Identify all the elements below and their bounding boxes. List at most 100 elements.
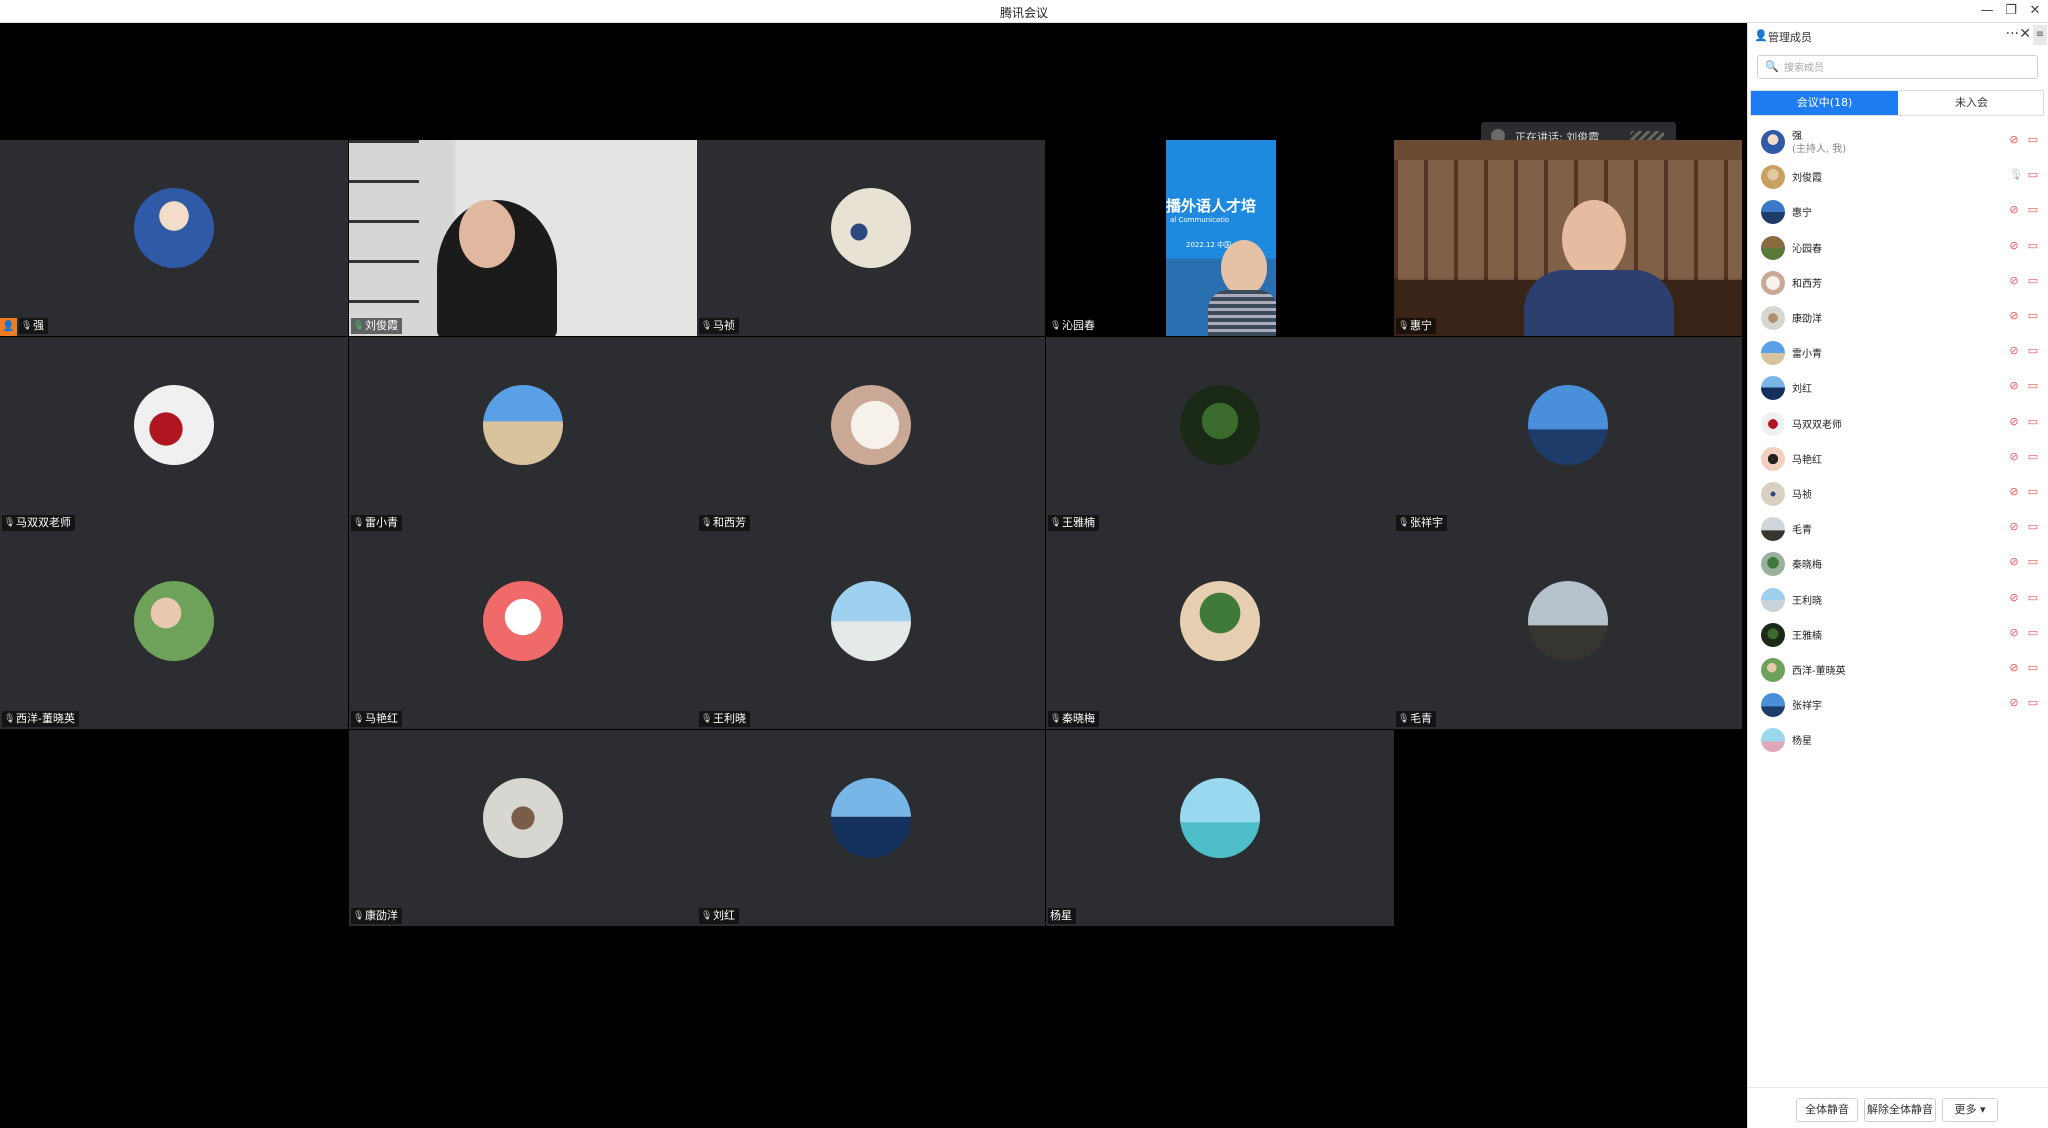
banner-sub: al Communicatio — [1170, 216, 1230, 224]
camera-off-icon[interactable]: ▭ — [2026, 520, 2040, 534]
member-row[interactable]: 马艳红 ⊘ ▭ — [1748, 440, 2048, 475]
camera-off-icon[interactable]: ▭ — [2026, 379, 2040, 393]
video-tile[interactable]: 👤 🎙 强 — [0, 140, 348, 336]
member-row[interactable]: 马祯 ⊘ ▭ — [1748, 475, 2048, 510]
video-tile[interactable]: 🎙 秦晓梅 — [1046, 533, 1394, 729]
tab-not-joined[interactable]: 未入会 — [1898, 91, 2045, 115]
member-row[interactable]: 王利晓 ⊘ ▭ — [1748, 581, 2048, 616]
mic-off-icon[interactable]: ⊘ — [2009, 344, 2019, 358]
camera-off-icon[interactable]: ▭ — [2026, 661, 2040, 675]
member-row[interactable]: 张祥宇 ⊘ ▭ — [1748, 686, 2048, 721]
mic-off-icon[interactable]: ⊘ — [2009, 555, 2019, 569]
member-panel: 👤 管理成员 ··· ✕ ≡ 🔍 会议中(18) 未入会 强(主持人, 我)⊘▭… — [1747, 23, 2048, 1128]
member-row[interactable]: 康劭洋 ⊘ ▭ — [1748, 299, 2048, 334]
video-tile[interactable]: 杨星 — [1046, 730, 1394, 926]
camera-off-icon[interactable]: ▭ — [2026, 555, 2040, 569]
camera-off-icon[interactable]: ▭ — [2026, 133, 2040, 147]
mic-off-icon: 🎙 — [21, 320, 33, 331]
participant-name: 马双双老师 — [16, 516, 71, 529]
camera-off-icon[interactable]: ▭ — [2026, 696, 2040, 710]
video-tile[interactable]: 🎙 康劭洋 — [349, 730, 697, 926]
member-row[interactable]: 刘俊霞 🎙 ▭ — [1748, 158, 2048, 193]
mute-all-button[interactable]: 全体静音 — [1796, 1098, 1858, 1122]
video-tile[interactable]: 🎙 马祯 — [697, 140, 1045, 336]
video-tile[interactable]: 🎙 王利晓 — [697, 533, 1045, 729]
video-tile[interactable]: 🎙 毛青 — [1394, 533, 1742, 729]
member-row[interactable]: 惠宁 ⊘ ▭ — [1748, 193, 2048, 228]
video-tile[interactable]: 🎙 刘红 — [697, 730, 1045, 926]
mic-off-icon[interactable]: ⊘ — [2009, 485, 2019, 499]
mic-off-icon[interactable]: ⊘ — [2009, 520, 2019, 534]
camera-off-icon[interactable]: ▭ — [2026, 450, 2040, 464]
video-tile[interactable]: 🎙 和西芳 — [697, 337, 1045, 533]
mic-off-icon: 🎙 — [701, 713, 713, 724]
member-row[interactable]: 雷小青 ⊘ ▭ — [1748, 334, 2048, 369]
video-tile[interactable]: 🎙 雷小青 — [349, 337, 697, 533]
mic-off-icon[interactable]: ⊘ — [2009, 696, 2019, 710]
mic-icon[interactable]: 🎙 — [2009, 168, 2023, 182]
mic-off-icon[interactable]: ⊘ — [2009, 133, 2019, 147]
restore-button[interactable]: ❐ — [2000, 2, 2022, 20]
participant-name-tag: 🎙 沁园春 — [1048, 318, 1099, 334]
member-name: 马艳红 — [1792, 454, 1822, 466]
mic-off-icon: 🎙 — [701, 910, 713, 921]
camera-off-icon[interactable]: ▭ — [2026, 239, 2040, 253]
tab-in-meeting[interactable]: 会议中(18) — [1751, 91, 1898, 115]
video-tile[interactable]: 🎙 刘俊霞 — [349, 140, 697, 336]
video-tile[interactable]: 播外语人才培 al Communicatio 2022.12 中国 🎙 沁园春 — [1046, 140, 1394, 336]
mic-off-icon[interactable]: ⊘ — [2009, 309, 2019, 323]
member-row[interactable]: 刘红 ⊘ ▭ — [1748, 369, 2048, 404]
video-tile[interactable]: 🎙 马双双老师 — [0, 337, 348, 533]
participant-name: 杨星 — [1050, 909, 1072, 922]
camera-off-icon[interactable]: ▭ — [2026, 203, 2040, 217]
camera-off-icon[interactable]: ▭ — [2026, 309, 2040, 323]
video-tile[interactable]: 🎙 惠宁 — [1394, 140, 1742, 336]
panel-menu-icon[interactable]: ≡ — [2033, 25, 2047, 45]
mic-off-icon[interactable]: ⊘ — [2009, 239, 2019, 253]
member-search[interactable]: 🔍 — [1757, 55, 2038, 79]
participant-name-tag: 🎙 强 — [19, 318, 48, 334]
member-row[interactable]: 毛青 ⊘ ▭ — [1748, 510, 2048, 545]
search-input[interactable] — [1782, 58, 2036, 78]
participant-name: 西洋-董晓英 — [16, 712, 75, 725]
minimize-button[interactable]: — — [1976, 2, 1998, 20]
camera-off-icon[interactable]: ▭ — [2026, 626, 2040, 640]
camera-off-icon[interactable]: ▭ — [2026, 344, 2040, 358]
camera-off-icon[interactable]: ▭ — [2026, 415, 2040, 429]
member-row[interactable]: 和西芳 ⊘ ▭ — [1748, 264, 2048, 299]
participant-avatar — [831, 778, 911, 858]
camera-off-icon[interactable]: ▭ — [2026, 274, 2040, 288]
member-row[interactable]: 西洋-董晓英 ⊘ ▭ — [1748, 651, 2048, 686]
video-tile[interactable]: 🎙 马艳红 — [349, 533, 697, 729]
member-row[interactable]: 杨星 — [1748, 721, 2048, 756]
camera-off-icon[interactable]: ▭ — [2026, 485, 2040, 499]
mic-off-icon[interactable]: ⊘ — [2009, 274, 2019, 288]
member-row[interactable]: 秦晓梅 ⊘ ▭ — [1748, 545, 2048, 580]
participant-name: 和西芳 — [713, 516, 746, 529]
mic-off-icon[interactable]: ⊘ — [2009, 379, 2019, 393]
unmute-all-button[interactable]: 解除全体静音 — [1864, 1098, 1936, 1122]
member-row[interactable]: 王雅楠 ⊘ ▭ — [1748, 616, 2048, 651]
mic-off-icon[interactable]: ⊘ — [2009, 626, 2019, 640]
camera-off-icon[interactable]: ▭ — [2026, 168, 2040, 182]
more-button[interactable]: 更多 ▾ — [1942, 1098, 1998, 1122]
video-tile[interactable]: 🎙 西洋-董晓英 — [0, 533, 348, 729]
video-tile[interactable]: 🎙 王雅楠 — [1046, 337, 1394, 533]
more-options-icon[interactable]: ··· — [2006, 26, 2019, 42]
video-tile[interactable]: 🎙 张祥宇 — [1394, 337, 1742, 533]
participant-avatar — [134, 385, 214, 465]
member-row[interactable]: 马双双老师 ⊘ ▭ — [1748, 405, 2048, 440]
mic-off-icon[interactable]: ⊘ — [2009, 661, 2019, 675]
member-row[interactable]: 强 (主持人, 我) ⊘ ▭ — [1748, 123, 2048, 158]
search-icon: 🔍 — [1765, 60, 1779, 73]
mic-off-icon[interactable]: ⊘ — [2009, 591, 2019, 605]
close-window-button[interactable]: ✕ — [2024, 2, 2046, 20]
mic-off-icon[interactable]: ⊘ — [2009, 450, 2019, 464]
camera-off-icon[interactable]: ▭ — [2026, 591, 2040, 605]
member-avatar — [1761, 270, 1785, 295]
member-row[interactable]: 沁园春 ⊘ ▭ — [1748, 229, 2048, 264]
close-panel-icon[interactable]: ✕ — [2019, 26, 2031, 42]
mic-off-icon[interactable]: ⊘ — [2009, 415, 2019, 429]
mic-off-icon[interactable]: ⊘ — [2009, 203, 2019, 217]
member-avatar — [1761, 341, 1785, 366]
